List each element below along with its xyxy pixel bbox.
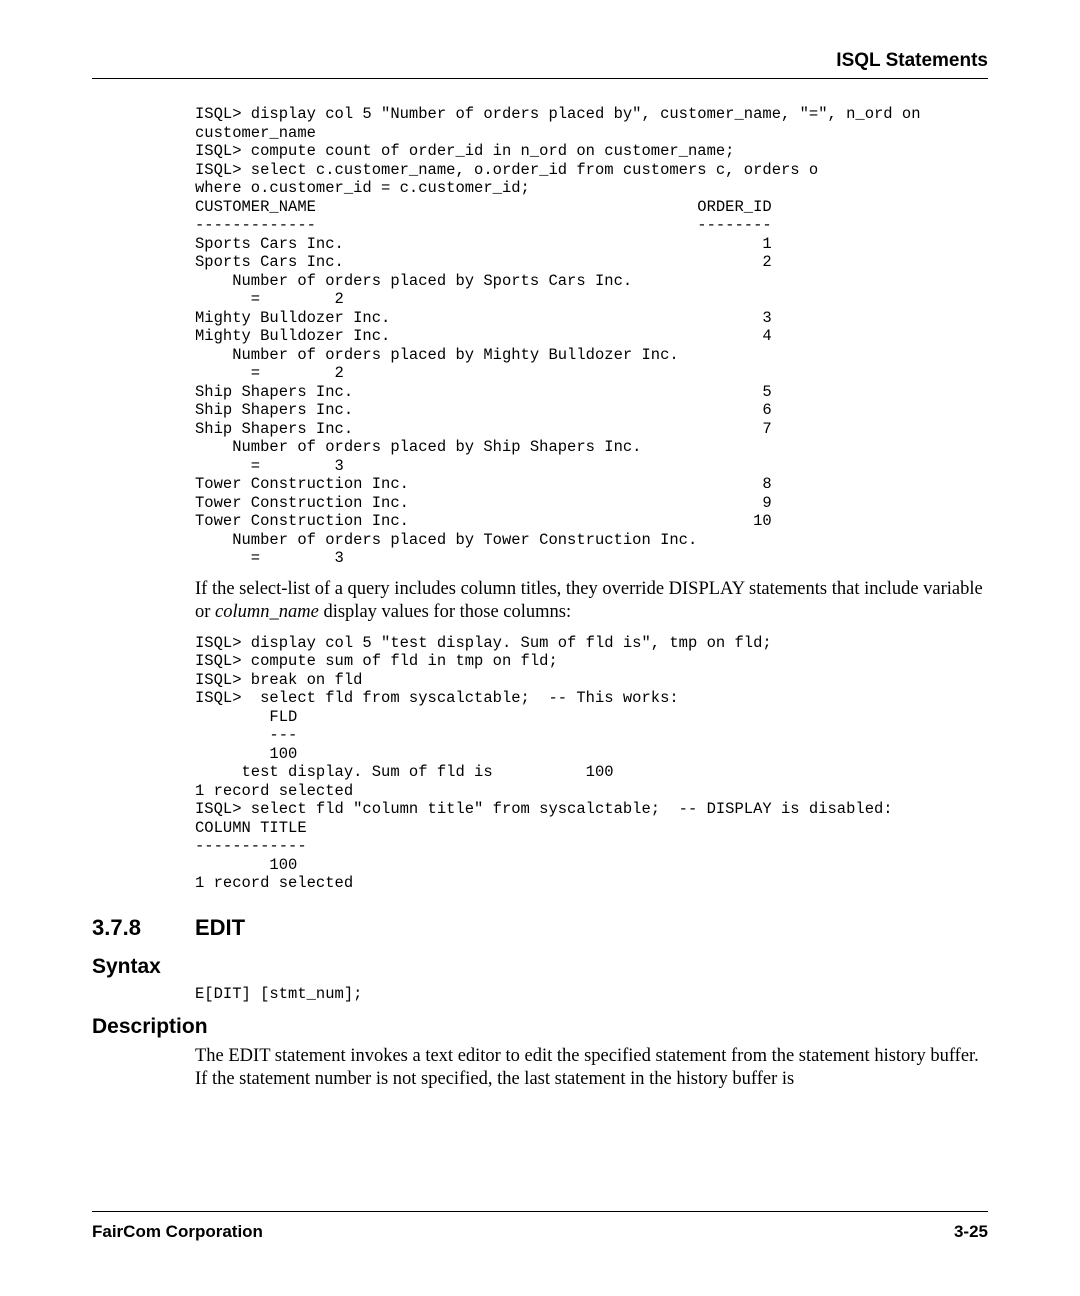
- syntax-heading: Syntax: [92, 955, 988, 979]
- para1-italic: column_name: [215, 602, 319, 622]
- section-title: EDIT: [195, 915, 245, 941]
- description-heading: Description: [92, 1015, 988, 1039]
- page-footer: FairCom Corporation 3-25: [92, 1211, 988, 1242]
- section-heading-row: 3.7.8 EDIT: [92, 915, 988, 941]
- description-text: The EDIT statement invokes a text editor…: [195, 1045, 988, 1091]
- paragraph-override-note: If the select-list of a query includes c…: [195, 578, 988, 624]
- code-block-1: ISQL> display col 5 "Number of orders pl…: [195, 105, 988, 568]
- running-header: ISQL Statements: [92, 50, 988, 72]
- footer-page-number: 3-25: [954, 1222, 988, 1242]
- para1-post: display values for those columns:: [319, 602, 571, 622]
- header-rule: [92, 78, 988, 79]
- code-block-2: ISQL> display col 5 "test display. Sum o…: [195, 634, 988, 893]
- footer-left: FairCom Corporation: [92, 1222, 263, 1242]
- syntax-code: E[DIT] [stmt_num];: [195, 985, 988, 1004]
- footer-rule: [92, 1211, 988, 1212]
- section-number: 3.7.8: [92, 915, 195, 941]
